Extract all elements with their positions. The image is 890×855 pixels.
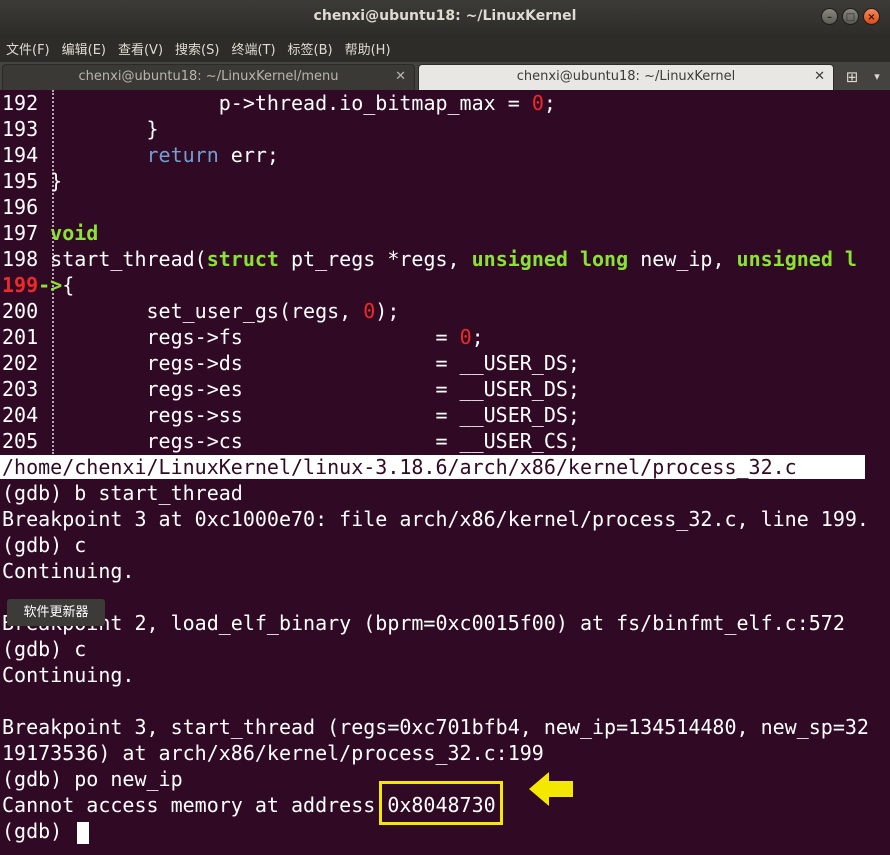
current-line-arrow-icon: -> xyxy=(38,273,63,297)
tab-close-icon[interactable]: ✕ xyxy=(814,65,825,89)
source-file-path: /home/chenxi/LinuxKernel/linux-3.18.6/ar… xyxy=(0,455,865,479)
console-line: Continuing. xyxy=(2,663,135,687)
console-line: (gdb) c xyxy=(2,533,87,557)
line-number: 199 xyxy=(2,273,39,297)
source-line: 194 return err; xyxy=(2,143,279,167)
line-number: 194 xyxy=(2,143,39,167)
menu-edit[interactable]: 编辑(E) xyxy=(56,39,112,58)
line-number: 193 xyxy=(2,117,39,141)
gdb-prompt-line[interactable]: (gdb) xyxy=(2,818,90,844)
line-number: 200 xyxy=(2,299,39,323)
menu-terminal[interactable]: 终端(T) xyxy=(225,39,281,58)
gdb-prompt: (gdb) xyxy=(2,819,75,843)
tab-menu[interactable]: chenxi@ubuntu18: ~/LinuxKernel/menu ✕ xyxy=(2,64,415,90)
console-line: (gdb) b start_thread xyxy=(2,481,243,505)
console-line: 19173536) at arch/x86/kernel/process_32.… xyxy=(2,741,544,765)
console-line: Breakpoint 3 at 0xc1000e70: file arch/x8… xyxy=(2,507,869,531)
menu-file[interactable]: 文件(F) xyxy=(0,39,56,58)
source-line: 197 void xyxy=(2,221,99,245)
chevron-down-icon[interactable]: ▾ xyxy=(868,66,886,88)
line-number: 205 xyxy=(2,429,39,453)
line-number: 198 xyxy=(2,247,39,271)
source-line: 202 regs->ds = __USER_DS; xyxy=(2,351,580,375)
menu-bar: 文件(F) 编辑(E) 查看(V) 搜索(S) 终端(T) 标签(B) 帮助(H… xyxy=(0,34,890,62)
source-line: 195 } xyxy=(2,169,63,193)
source-line: 192 p->thread.io_bitmap_max = 0; xyxy=(2,91,556,115)
highlight-box xyxy=(379,781,503,825)
console-line: Breakpoint 3, start_thread (regs=0xc701b… xyxy=(2,715,869,739)
source-line-current: 199->{ xyxy=(2,273,75,297)
new-tab-icon[interactable]: ⊞ xyxy=(838,66,866,88)
close-button[interactable]: × xyxy=(863,8,880,25)
minimize-button[interactable]: – xyxy=(821,8,838,25)
tab-bar: chenxi@ubuntu18: ~/LinuxKernel/menu ✕ ch… xyxy=(0,62,890,90)
menu-search[interactable]: 搜索(S) xyxy=(169,39,225,58)
line-number: 203 xyxy=(2,377,39,401)
line-number: 201 xyxy=(2,325,39,349)
source-line: 203 regs->es = __USER_DS; xyxy=(2,377,580,401)
console-line: (gdb) po new_ip xyxy=(2,767,183,791)
source-line: 193 } xyxy=(2,117,159,141)
line-number: 192 xyxy=(2,91,39,115)
source-line: 198 start_thread(struct pt_regs *regs, u… xyxy=(2,247,857,271)
line-number: 204 xyxy=(2,403,39,427)
maximize-button[interactable]: □ xyxy=(842,8,859,25)
console-line: (gdb) c xyxy=(2,637,87,661)
line-number: 202 xyxy=(2,351,39,375)
source-line: 200 set_user_gs(regs, 0); xyxy=(2,299,400,323)
line-number: 196 xyxy=(2,195,39,219)
line-number: 197 xyxy=(2,221,39,245)
text-cursor xyxy=(77,821,90,844)
tab-label: chenxi@ubuntu18: ~/LinuxKernel/menu xyxy=(78,69,339,84)
tab-label: chenxi@ubuntu18: ~/LinuxKernel xyxy=(516,69,736,84)
menu-tabs[interactable]: 标签(B) xyxy=(282,39,339,58)
terminal-view[interactable]: 192 p->thread.io_bitmap_max = 0; 193 } 1… xyxy=(0,90,890,855)
console-line: Breakpoint 2, load_elf_binary (bprm=0xc0… xyxy=(2,611,845,635)
source-line: 204 regs->ss = __USER_DS; xyxy=(2,403,580,427)
console-line: Continuing. xyxy=(2,559,135,583)
title-bar: chenxi@ubuntu18: ~/LinuxKernel – □ × xyxy=(0,0,890,34)
arrow-left-icon xyxy=(529,772,573,806)
tab-linuxkernel[interactable]: chenxi@ubuntu18: ~/LinuxKernel ✕ xyxy=(418,64,834,90)
source-line: 201 regs->fs = 0; xyxy=(2,325,484,349)
source-line: 205 regs->cs = __USER_CS; xyxy=(2,429,580,453)
tooltip: 软件更新器 xyxy=(7,599,105,626)
tab-close-icon[interactable]: ✕ xyxy=(395,65,406,89)
window-controls: – □ × xyxy=(821,8,880,25)
menu-view[interactable]: 查看(V) xyxy=(112,39,169,58)
line-number: 195 xyxy=(2,169,39,193)
window-title: chenxi@ubuntu18: ~/LinuxKernel xyxy=(313,8,577,24)
source-line: 196 xyxy=(2,194,38,220)
menu-help[interactable]: 帮助(H) xyxy=(339,39,397,58)
